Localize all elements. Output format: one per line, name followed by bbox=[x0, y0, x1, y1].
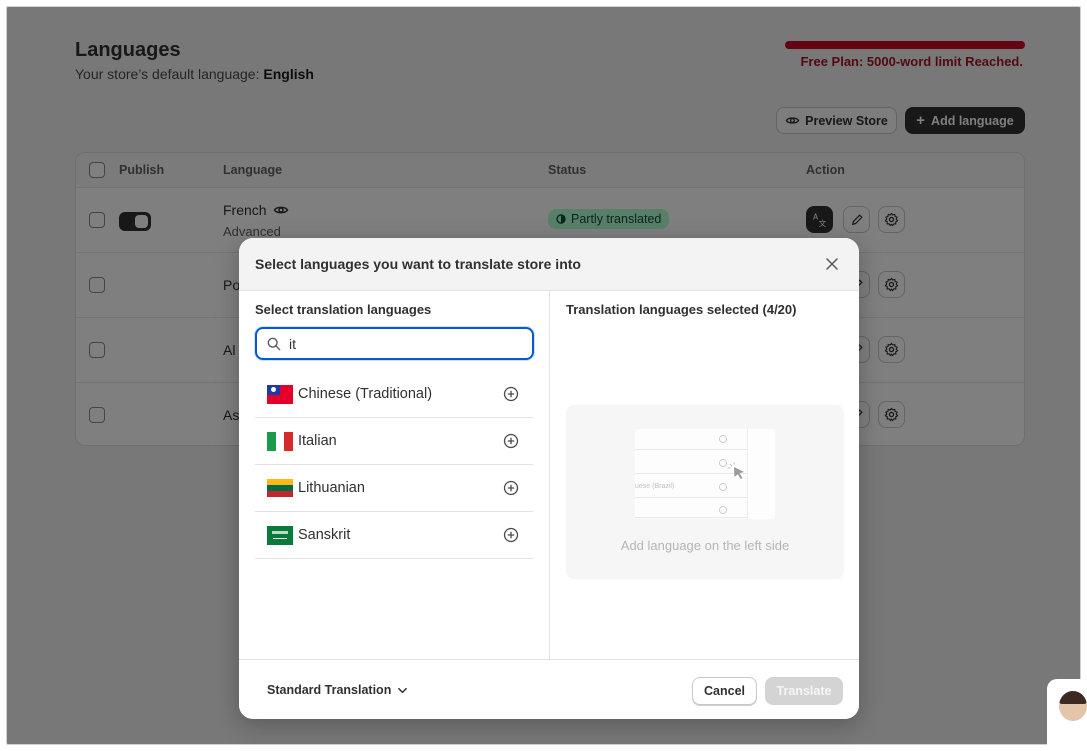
modal-header: Select languages you want to translate s… bbox=[239, 238, 859, 291]
support-chat-widget[interactable] bbox=[1047, 679, 1087, 745]
placeholder-mini-text: uese (Brazil) bbox=[635, 483, 675, 490]
close-button[interactable] bbox=[823, 255, 841, 273]
add-circle-icon[interactable] bbox=[503, 480, 519, 496]
language-picker-panel: Select translation languages it Chinese … bbox=[239, 291, 550, 659]
translate-button[interactable]: Translate bbox=[765, 677, 843, 705]
add-circle-icon[interactable] bbox=[503, 527, 519, 543]
list-item[interactable]: Sanskrit bbox=[255, 512, 533, 559]
translation-mode-label: Standard Translation bbox=[267, 683, 392, 697]
cursor-icon bbox=[728, 462, 744, 479]
placeholder-illustration: uese (Brazil) bbox=[635, 429, 775, 519]
lithuania-flag-icon bbox=[267, 478, 293, 498]
list-item[interactable]: Italian bbox=[255, 418, 533, 465]
selected-count-label: Translation languages selected (4/20) bbox=[566, 302, 797, 317]
select-languages-modal: Select languages you want to translate s… bbox=[239, 238, 859, 719]
italy-flag-icon bbox=[267, 431, 293, 451]
language-search-input[interactable]: it bbox=[255, 327, 534, 360]
cancel-button[interactable]: Cancel bbox=[692, 677, 757, 705]
search-icon bbox=[267, 337, 281, 350]
close-icon bbox=[826, 258, 838, 270]
add-circle-icon[interactable] bbox=[503, 433, 519, 449]
language-option-label: Sanskrit bbox=[298, 527, 351, 543]
list-item[interactable]: Lithuanian bbox=[255, 465, 533, 512]
language-option-label: Chinese (Traditional) bbox=[298, 386, 433, 402]
language-results-list: Chinese (Traditional) Italian Lithuanian bbox=[255, 371, 533, 559]
modal-title: Select languages you want to translate s… bbox=[255, 256, 581, 272]
language-option-label: Italian bbox=[298, 433, 337, 449]
list-item[interactable]: Chinese (Traditional) bbox=[255, 371, 533, 418]
modal-footer: Standard Translation Cancel Translate bbox=[239, 659, 859, 719]
translation-mode-dropdown[interactable]: Standard Translation bbox=[267, 683, 408, 697]
picker-label: Select translation languages bbox=[255, 302, 432, 317]
add-circle-icon[interactable] bbox=[503, 386, 519, 402]
language-option-label: Lithuanian bbox=[298, 480, 365, 496]
empty-selection-placeholder: uese (Brazil) Add language on the left s… bbox=[566, 405, 844, 579]
saudi-flag-icon bbox=[267, 525, 293, 545]
search-value: it bbox=[289, 335, 296, 352]
placeholder-text: Add language on the left side bbox=[620, 538, 790, 553]
support-avatar bbox=[1059, 691, 1087, 721]
selected-languages-panel: Translation languages selected (4/20) ue… bbox=[550, 291, 859, 659]
chevron-down-icon bbox=[398, 687, 408, 693]
taiwan-flag-icon bbox=[267, 384, 293, 404]
